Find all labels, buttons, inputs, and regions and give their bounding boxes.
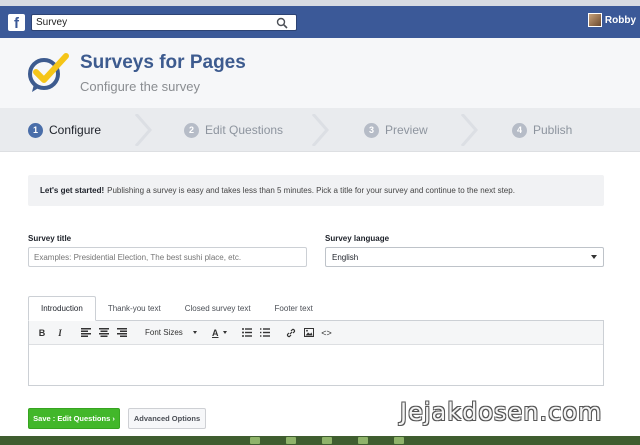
align-right-button[interactable] (113, 324, 131, 342)
page-subtitle: Configure the survey (80, 79, 200, 94)
app-header: Surveys for Pages Configure the survey (0, 38, 640, 108)
image-icon (303, 328, 314, 337)
bold-button[interactable]: B (33, 324, 51, 342)
numbered-list-button[interactable] (256, 324, 274, 342)
facebook-search-input[interactable]: Survey (31, 13, 297, 31)
editor-content-area[interactable] (29, 345, 603, 385)
watermark-text: Jejakdosen.com (400, 398, 603, 426)
step-number: 3 (364, 122, 379, 138)
step-edit-questions[interactable]: 2 Edit Questions (184, 108, 283, 152)
insert-image-button[interactable] (300, 324, 318, 342)
align-center-icon (99, 328, 109, 337)
survey-title-label: Survey title (28, 234, 72, 243)
numbered-list-icon (259, 328, 270, 337)
language-value: English (332, 252, 359, 262)
font-sizes-label: Font Sizes (145, 328, 183, 337)
tab-thank-you-text[interactable]: Thank-you text (96, 296, 173, 321)
user-profile-link[interactable]: Robby (587, 13, 636, 27)
font-color-label: A (212, 327, 219, 338)
facebook-logo[interactable]: f (8, 13, 25, 31)
advanced-options-button[interactable]: Advanced Options (128, 408, 206, 429)
step-label: Publish (533, 123, 573, 137)
save-edit-questions-button[interactable]: Save : Edit Questions › (28, 408, 120, 429)
insert-link-button[interactable] (282, 324, 300, 342)
survey-title-input[interactable] (28, 247, 307, 267)
dropdown-caret-icon (591, 255, 597, 259)
tab-footer-text[interactable]: Footer text (263, 296, 325, 321)
chevron-down-icon (192, 331, 197, 334)
align-left-icon (81, 328, 91, 337)
step-number: 4 (512, 122, 527, 138)
chevron-right-icon (460, 114, 478, 146)
taskbar-app-icon[interactable] (286, 437, 296, 444)
align-center-button[interactable] (95, 324, 113, 342)
step-publish[interactable]: 4 Publish (512, 108, 572, 152)
bullet-list-button[interactable] (238, 324, 256, 342)
avatar (587, 13, 602, 27)
editor-toolbar: B I Font Sizes A <> (29, 321, 603, 345)
step-configure[interactable]: 1 Configure (28, 108, 101, 152)
taskbar-app-icon[interactable] (358, 437, 368, 444)
user-name: Robby (604, 14, 636, 26)
search-icon[interactable] (276, 17, 288, 29)
step-preview[interactable]: 3 Preview (364, 108, 428, 152)
notice-text: Publishing a survey is easy and takes le… (107, 186, 515, 195)
tab-introduction[interactable]: Introduction (28, 296, 96, 321)
link-icon (286, 328, 295, 337)
wizard-steps: 1 Configure 2 Edit Questions 3 Preview 4… (0, 108, 640, 152)
survey-language-select[interactable]: English (325, 247, 604, 267)
step-label: Edit Questions (205, 123, 284, 137)
step-number: 2 (184, 122, 199, 138)
rich-text-editor: B I Font Sizes A <> (28, 320, 604, 386)
taskbar-app-icon[interactable] (322, 437, 332, 444)
search-value: Survey (36, 16, 68, 28)
align-right-icon (117, 328, 127, 337)
page-title: Surveys for Pages (80, 52, 246, 73)
tab-closed-survey-text[interactable]: Closed survey text (173, 296, 263, 321)
font-color-dropdown[interactable]: A (209, 324, 230, 342)
align-left-button[interactable] (77, 324, 95, 342)
editor-tabs: Introduction Thank-you text Closed surve… (28, 296, 604, 321)
taskbar-app-icon[interactable] (394, 437, 404, 444)
source-code-button[interactable]: <> (318, 324, 336, 342)
notice-heading: Let's get started! (40, 186, 105, 195)
taskbar-app-icon[interactable] (250, 437, 260, 444)
facebook-top-bar: f Survey Robby (0, 6, 640, 38)
os-taskbar (0, 436, 640, 445)
chevron-right-icon (134, 114, 152, 146)
step-number: 1 (28, 122, 43, 138)
italic-button[interactable]: I (51, 324, 69, 342)
step-label: Preview (385, 123, 428, 137)
font-sizes-dropdown[interactable]: Font Sizes (139, 324, 209, 342)
step-label: Configure (49, 123, 102, 137)
bullet-list-icon (241, 328, 252, 337)
survey-language-label: Survey language (325, 234, 390, 243)
survey-check-logo-icon (28, 53, 69, 92)
chevron-down-icon (222, 331, 227, 334)
intro-notice: Let's get started! Publishing a survey i… (28, 175, 604, 206)
chevron-right-icon (311, 114, 329, 146)
